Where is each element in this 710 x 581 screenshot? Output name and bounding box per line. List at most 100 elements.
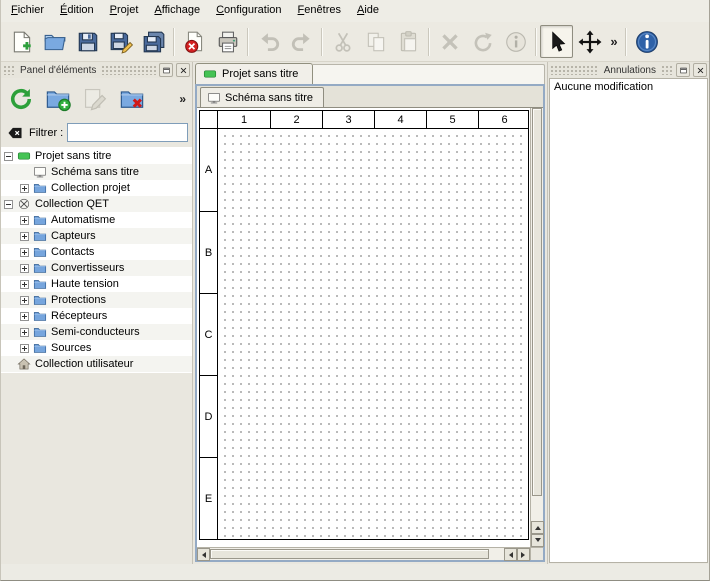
- save-project-as-button[interactable]: [104, 25, 137, 58]
- folder-icon: [33, 309, 47, 323]
- edit-element-button[interactable]: [78, 82, 112, 116]
- tree-item-projet-sans-titre[interactable]: Projet sans titre: [1, 148, 192, 164]
- float-icon: [679, 66, 688, 75]
- ruler-corner: [200, 111, 218, 128]
- scroll-left-button-2[interactable]: [504, 548, 517, 561]
- undo-button[interactable]: [252, 25, 285, 58]
- folder-icon: [33, 245, 47, 259]
- cut-icon: [331, 30, 355, 54]
- tree-item-contacts[interactable]: Contacts: [1, 244, 192, 260]
- save-all-button[interactable]: [137, 25, 170, 58]
- home-icon: [17, 357, 31, 371]
- dock-drag-handle[interactable]: [101, 65, 156, 75]
- new-project-button[interactable]: [5, 25, 38, 58]
- diagram-canvas[interactable]: 123456 ABCDE: [197, 108, 530, 547]
- expander-plus-icon[interactable]: [20, 296, 29, 305]
- elements-panel: Panel d'éléments » Filtrer : Projet sans…: [1, 62, 193, 564]
- folder-icon: [33, 181, 47, 195]
- tree-item-semi-conducteurs[interactable]: Semi-conducteurs: [1, 324, 192, 340]
- paste-icon: [397, 30, 421, 54]
- horizontal-scrollbar[interactable]: [197, 547, 530, 560]
- menu-item-edition[interactable]: Édition: [52, 0, 102, 22]
- element-infos-button[interactable]: [499, 25, 532, 58]
- tree-item-automatisme[interactable]: Automatisme: [1, 212, 192, 228]
- tab-schema-sans-titre[interactable]: Schéma sans titre: [200, 87, 324, 107]
- print-button[interactable]: [211, 25, 244, 58]
- grid-area[interactable]: [218, 129, 528, 539]
- expander-minus-icon[interactable]: [4, 152, 13, 161]
- dock-drag-handle[interactable]: [550, 65, 599, 75]
- tab-project-sans-titre[interactable]: Projet sans titre: [195, 63, 313, 84]
- expander-minus-icon[interactable]: [4, 200, 13, 209]
- reload-collections-button[interactable]: [4, 82, 38, 116]
- hscroll-track[interactable]: [210, 548, 504, 560]
- dock-drag-handle[interactable]: [3, 65, 15, 75]
- undo-list[interactable]: Aucune modification: [549, 78, 708, 563]
- float-panel-button[interactable]: [676, 63, 690, 77]
- tree-item-collection-qet[interactable]: Collection QET: [1, 196, 192, 212]
- tree-item-collection-projet[interactable]: Collection projet: [1, 180, 192, 196]
- vscroll-thumb[interactable]: [532, 108, 542, 496]
- vertical-scrollbar[interactable]: [530, 108, 543, 547]
- filter-input[interactable]: [67, 123, 188, 142]
- scroll-right-button[interactable]: [517, 548, 530, 561]
- about-qet-button[interactable]: [630, 25, 663, 58]
- undo-panel-titlebar: Annulations: [548, 62, 709, 78]
- float-panel-button[interactable]: [159, 63, 173, 77]
- close-panel-button[interactable]: [176, 63, 190, 77]
- delete-button[interactable]: [433, 25, 466, 58]
- expander-plus-icon[interactable]: [20, 232, 29, 241]
- scroll-left-button[interactable]: [197, 548, 210, 561]
- expander-plus-icon[interactable]: [20, 216, 29, 225]
- copy-button[interactable]: [359, 25, 392, 58]
- tree-item-recepteurs[interactable]: Récepteurs: [1, 308, 192, 324]
- row-label: E: [200, 457, 217, 539]
- tree-item-sources[interactable]: Sources: [1, 340, 192, 356]
- menu-item-fichier[interactable]: Fichier: [3, 0, 52, 22]
- expander-plus-icon[interactable]: [20, 280, 29, 289]
- tree-item-label: Récepteurs: [47, 310, 107, 322]
- menu-item-fenetres[interactable]: Fenêtres: [290, 0, 349, 22]
- tree-item-label: Contacts: [47, 246, 94, 258]
- tree-item-capteurs[interactable]: Capteurs: [1, 228, 192, 244]
- menu-item-configuration[interactable]: Configuration: [208, 0, 289, 22]
- scroll-down-button[interactable]: [531, 534, 544, 547]
- diagram-sheet: 123456 ABCDE: [199, 110, 529, 540]
- panel-toolbar-extension-button[interactable]: »: [176, 92, 189, 106]
- expander-plus-icon[interactable]: [20, 248, 29, 257]
- tree-item-protections[interactable]: Protections: [1, 292, 192, 308]
- diagram-viewport: 123456 ABCDE: [197, 107, 543, 560]
- close-panel-button[interactable]: [693, 63, 707, 77]
- select-mode-button[interactable]: [540, 25, 573, 58]
- clear-filter-button[interactable]: [5, 124, 25, 142]
- paste-button[interactable]: [392, 25, 425, 58]
- cut-button[interactable]: [326, 25, 359, 58]
- redo-button[interactable]: [285, 25, 318, 58]
- tree-item-collection-utilisateur[interactable]: Collection utilisateur: [1, 356, 192, 372]
- expander-plus-icon[interactable]: [20, 184, 29, 193]
- expander-plus-icon[interactable]: [20, 344, 29, 353]
- scroll-up-button[interactable]: [531, 521, 544, 534]
- toolbar-extension-button[interactable]: »: [606, 25, 622, 58]
- visualisation-mode-button[interactable]: [573, 25, 606, 58]
- tree-item-haute-tension[interactable]: Haute tension: [1, 276, 192, 292]
- dock-drag-handle[interactable]: [661, 65, 673, 75]
- rotate-button[interactable]: [466, 25, 499, 58]
- menu-item-aide[interactable]: Aide: [349, 0, 387, 22]
- menu-item-affichage[interactable]: Affichage: [146, 0, 208, 22]
- close-project-button[interactable]: [178, 25, 211, 58]
- save-project-button[interactable]: [71, 25, 104, 58]
- open-project-button[interactable]: [38, 25, 71, 58]
- delete-element-button[interactable]: [115, 82, 149, 116]
- expander-plus-icon[interactable]: [20, 312, 29, 321]
- tree-item-schema-sans-titre[interactable]: Schéma sans titre: [1, 164, 192, 180]
- main-area: Panel d'éléments » Filtrer : Projet sans…: [1, 62, 709, 564]
- menu-item-projet[interactable]: Projet: [102, 0, 147, 22]
- expander-plus-icon[interactable]: [20, 328, 29, 337]
- expander-plus-icon[interactable]: [20, 264, 29, 273]
- new-element-button[interactable]: [41, 82, 75, 116]
- tree-item-convertisseurs[interactable]: Convertisseurs: [1, 260, 192, 276]
- hscroll-thumb[interactable]: [210, 549, 489, 559]
- toolbar-separator: [535, 28, 537, 56]
- vscroll-track[interactable]: [531, 108, 543, 521]
